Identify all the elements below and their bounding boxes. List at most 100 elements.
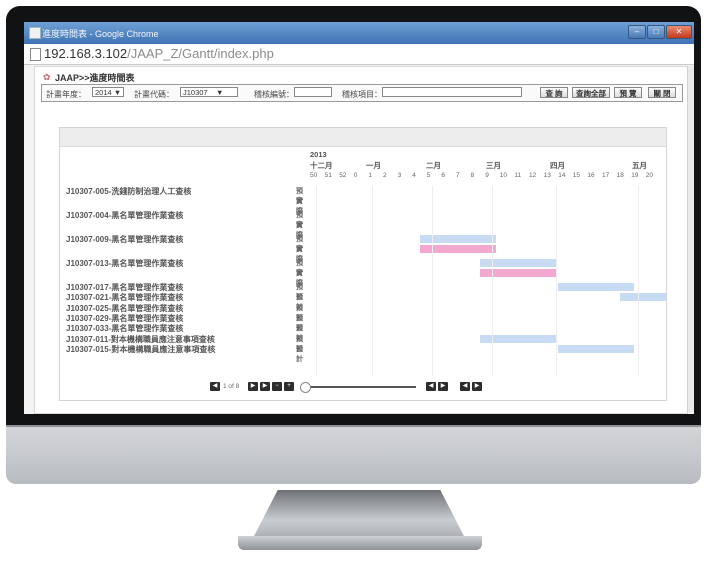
window-title: 進度時間表 - Google Chrome [42, 29, 159, 39]
timeline-week: 2 [383, 172, 387, 179]
audit-id-input[interactable] [294, 87, 332, 97]
task-name[interactable]: J10307-004-黑名單管理作業查核 [66, 210, 183, 221]
audit-item-input[interactable] [382, 87, 522, 97]
page-next-button[interactable]: ▶ [248, 382, 258, 391]
code-select-value: J10307 [183, 88, 208, 97]
filter-bar: 計畫年度： 2014 ▼ 計畫代碼： J10307 ▼ 稽核編號： 稽核項目： … [41, 84, 683, 102]
close-button[interactable]: ✕ [666, 25, 692, 39]
timeline-week: 9 [485, 172, 489, 179]
plan-bar[interactable] [558, 283, 634, 291]
monitor-chin [6, 426, 701, 484]
timeline-week: 12 [529, 172, 537, 179]
timeline-month: 一月 [366, 161, 381, 170]
url-host: 192.168.3.102 [44, 46, 128, 61]
breadcrumb-icon: ✿ [43, 72, 51, 82]
month-gridline [556, 186, 557, 376]
window-titlebar: 進度時間表 - Google Chrome – □ ✕ [24, 22, 694, 44]
task-kind-label: 預計 [296, 345, 303, 363]
timeline-week: 19 [631, 172, 639, 179]
monitor-stand-base [238, 536, 482, 550]
timeline-week: 14 [558, 172, 566, 179]
page-first-button[interactable]: ◀ [210, 382, 220, 391]
page-content: ✿ JAAP>>進度時間表 計畫年度： 2014 ▼ 計畫代碼： J10307 … [34, 66, 688, 414]
page-prev-button[interactable]: ◀ [460, 382, 470, 391]
timeline-month: 五月 [632, 161, 647, 170]
url-path: /JAAP_Z/Gantt/index.php [127, 46, 274, 61]
gantt-header-band [60, 128, 666, 147]
timeline-week: 1 [368, 172, 373, 179]
audit-item-label: 稽核項目： [342, 90, 382, 99]
month-gridline [492, 186, 493, 376]
timeline-week: 11 [514, 172, 522, 179]
page-forward-button[interactable]: ▶ [472, 382, 482, 391]
zoom-slider-track[interactable] [308, 386, 416, 388]
timeline-month: 四月 [550, 161, 565, 170]
timeline-week: 0 [353, 172, 358, 179]
breadcrumb: JAAP>>進度時間表 [55, 73, 135, 83]
scroll-right-button[interactable]: ▶ [438, 382, 448, 391]
timeline-month: 二月 [426, 161, 441, 170]
chin-divider [6, 425, 701, 427]
pager: ◀ 1 of 8 ▶ ▶ − + ◀ ▶ ◀ ▶ [60, 380, 666, 396]
timeline-week: 20 [645, 172, 654, 179]
timeline-month: 三月 [486, 161, 501, 170]
page-scrollbar[interactable] [687, 66, 694, 412]
timeline-week: 16 [587, 172, 595, 179]
task-name[interactable]: J10307-015-對本機構職員應注意事項查核 [66, 344, 215, 355]
timeline-year: 2013 [310, 150, 327, 159]
timeline-week: 50 [310, 172, 318, 179]
timeline-weeks: 50 51 52 0 1 2 3 4 5 6 7 8 9 10 11 12 13 14 15 16 17 18 19 20 [310, 172, 666, 182]
code-label: 計畫代碼： [134, 90, 174, 99]
timeline-week: 8 [470, 172, 475, 179]
task-name[interactable]: J10307-005-洗錢防制治理人工查核 [66, 186, 191, 197]
timeline-week: 17 [602, 172, 610, 179]
timeline-week: 6 [441, 172, 446, 179]
zoom-in-button[interactable]: + [284, 382, 294, 391]
gantt-grid [316, 186, 666, 376]
code-select[interactable]: J10307 ▼ [180, 87, 238, 97]
plan-bar[interactable] [558, 344, 634, 353]
timeline-week: 3 [397, 172, 402, 179]
query-all-button[interactable]: 查詢全部 [572, 87, 610, 98]
timeline-week: 52 [339, 172, 347, 179]
minimize-button[interactable]: – [628, 25, 646, 39]
timeline-week: 18 [616, 172, 624, 179]
gantt-chart: 2013 十二月 一月 二月 三月 四月 五月 50 51 52 0 1 2 3 4 5 6 7 8 9 10 11 1… [59, 127, 667, 401]
app-icon [29, 27, 41, 39]
timeline-week: 15 [572, 172, 581, 179]
timeline-week: 7 [456, 172, 460, 179]
zoom-slider-knob[interactable] [300, 382, 311, 393]
audit-id-label: 稽核編號： [254, 90, 294, 99]
page-indicator: 1 of 8 [223, 383, 240, 390]
timeline-week: 5 [426, 172, 431, 179]
year-select[interactable]: 2014 ▼ [92, 87, 124, 97]
task-name[interactable]: J10307-013-黑名單管理作業查核 [66, 258, 183, 269]
page-icon [30, 48, 41, 61]
monitor-stand-neck [252, 490, 466, 540]
page-last-button[interactable]: ▶ [260, 382, 270, 391]
plan-bar[interactable] [620, 293, 666, 302]
month-gridline [316, 186, 317, 376]
query-button[interactable]: 查 詢 [540, 87, 568, 98]
task-name[interactable]: J10307-009-黑名單管理作業查核 [66, 234, 183, 245]
year-select-value: 2014 [95, 88, 112, 97]
zoom-out-button[interactable]: − [272, 382, 282, 391]
url-text[interactable]: 192.168.3.102/JAAP_Z/Gantt/index.php [44, 46, 274, 61]
month-gridline [372, 186, 373, 376]
address-bar[interactable]: 192.168.3.102/JAAP_Z/Gantt/index.php [24, 44, 694, 65]
scroll-left-button[interactable]: ◀ [426, 382, 436, 391]
month-gridline [432, 186, 433, 376]
timeline-week: 51 [324, 172, 332, 179]
window-controls: – □ ✕ [628, 25, 692, 39]
maximize-button[interactable]: □ [647, 25, 665, 39]
preview-button[interactable]: 預 覽 [614, 87, 642, 98]
timeline-week: 10 [499, 172, 508, 179]
timeline-week: 13 [543, 172, 551, 179]
browser-window: 進度時間表 - Google Chrome – □ ✕ 192.168.3.10… [24, 22, 694, 414]
year-label: 計畫年度： [46, 90, 86, 99]
timeline-month: 十二月 [310, 161, 333, 170]
monitor: 進度時間表 - Google Chrome – □ ✕ 192.168.3.10… [6, 6, 701, 550]
timeline-months: 十二月 一月 二月 三月 四月 五月 [310, 160, 666, 170]
close-page-button[interactable]: 關 閉 [648, 87, 676, 98]
month-gridline [638, 186, 639, 376]
